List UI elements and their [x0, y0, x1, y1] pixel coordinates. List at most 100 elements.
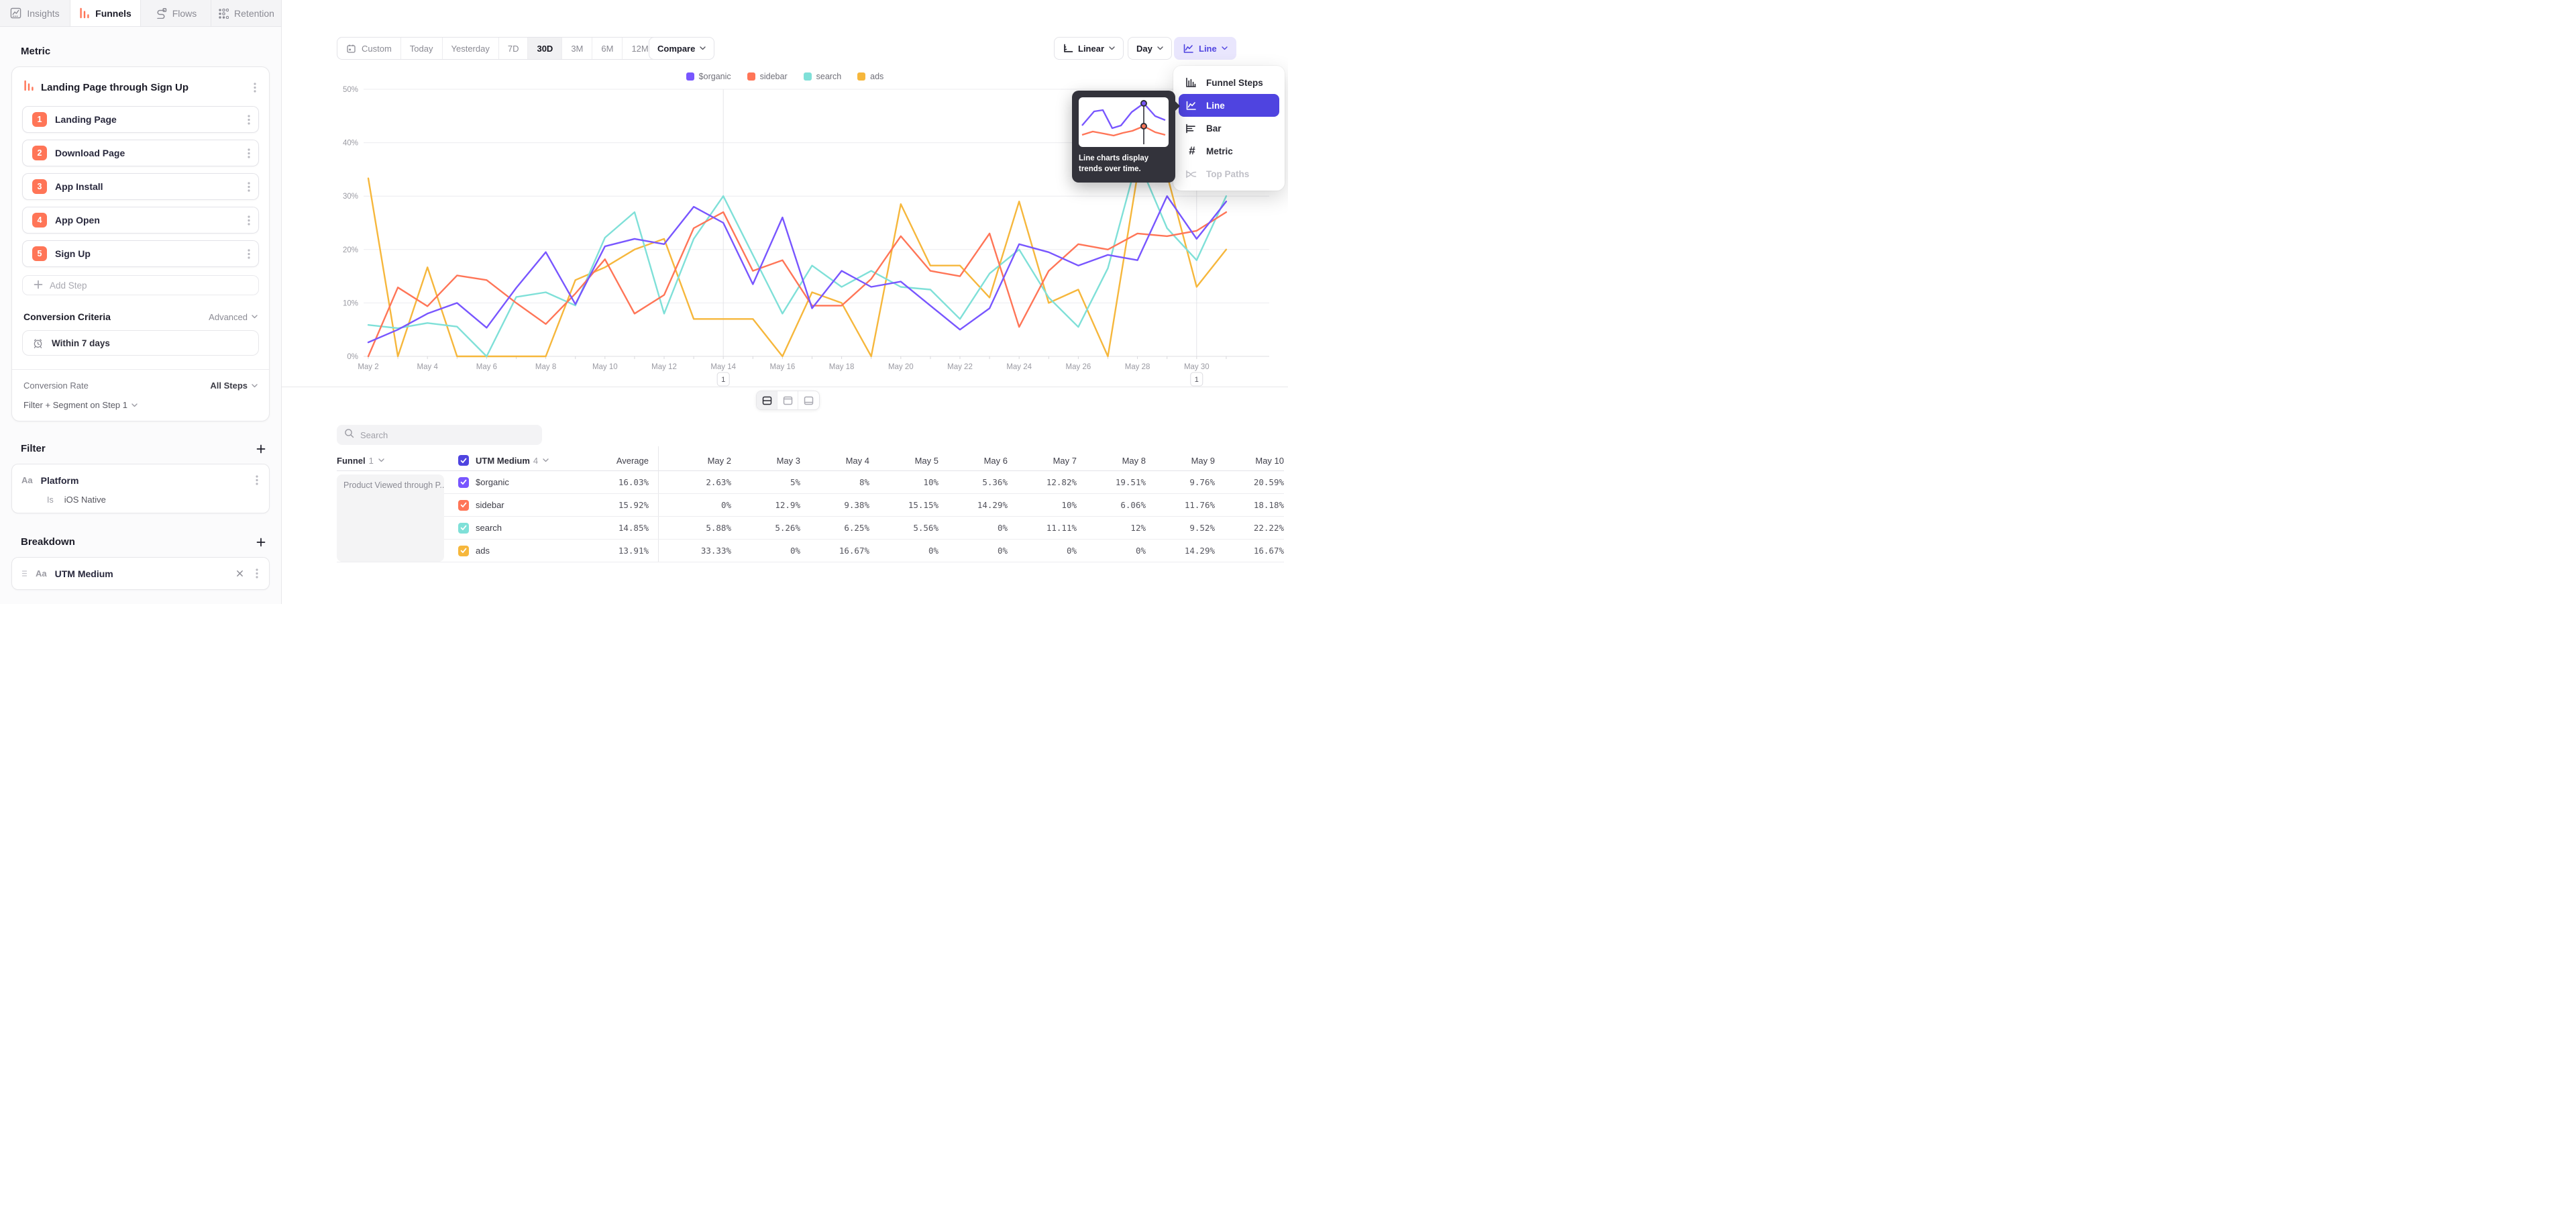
menu-item-label: Bar	[1206, 123, 1222, 134]
table-row-group[interactable]: Product Viewed through P...	[337, 474, 444, 562]
legend-item-organic[interactable]: $organic	[686, 72, 731, 81]
table-row-sidebar[interactable]: sidebar15.92%0%12.9%9.38%15.15%14.29%10%…	[337, 494, 1284, 517]
x-axis-label: May 18	[829, 363, 855, 371]
select-all-checkbox[interactable]	[458, 455, 469, 466]
all-steps-dropdown[interactable]: All Steps	[210, 381, 258, 391]
funnel-step-2[interactable]: 2Download Page	[22, 140, 259, 166]
table-header: Funnel1UTM Medium4AverageMay 2May 3May 4…	[337, 450, 1284, 471]
funnel-step-4[interactable]: 4App Open	[22, 207, 259, 234]
chevron-down-icon	[252, 315, 258, 319]
funnel-header[interactable]: Landing Page through Sign Up	[23, 75, 259, 99]
tab-flows[interactable]: Flows	[141, 0, 211, 26]
metric-heading: Metric	[21, 46, 266, 57]
date-range-yesterday[interactable]: Yesterday	[443, 38, 499, 59]
value-cell: 11.11%	[1008, 523, 1077, 533]
granularity-dropdown[interactable]: Day	[1128, 37, 1172, 60]
date-range-3m[interactable]: 3M	[562, 38, 592, 59]
breakdown-card-utm[interactable]: Aa UTM Medium	[11, 557, 270, 590]
chart-type-dropdown[interactable]: Line	[1174, 37, 1236, 60]
value-cell: 0%	[938, 523, 1008, 533]
step-kebab-icon[interactable]	[245, 213, 253, 228]
date-range-today[interactable]: Today	[401, 38, 443, 59]
legend-swatch	[747, 72, 755, 81]
step-kebab-icon[interactable]	[245, 146, 253, 161]
tab-retention[interactable]: Retention	[211, 0, 281, 26]
step-label: Sign Up	[55, 248, 237, 259]
legend-label: $organic	[699, 72, 731, 81]
date-range-7d[interactable]: 7D	[499, 38, 529, 59]
menu-item-label: Metric	[1206, 146, 1233, 156]
row-checkbox[interactable]	[458, 500, 469, 511]
row-label: search	[476, 523, 502, 533]
layout-table-toggle[interactable]	[798, 391, 819, 409]
series-line-organic[interactable]	[368, 196, 1226, 342]
date-range-custom[interactable]: Custom	[337, 38, 401, 59]
menu-item-bar[interactable]: Bar	[1179, 117, 1279, 140]
date-range-30d[interactable]: 30D	[528, 38, 562, 59]
toppaths-icon	[1185, 169, 1199, 179]
y-axis-label: 30%	[343, 193, 358, 201]
x-axis-label: May 30	[1184, 363, 1210, 371]
funnel-step-3[interactable]: 3App Install	[22, 173, 259, 200]
step-kebab-icon[interactable]	[245, 246, 253, 262]
row-checkbox[interactable]	[458, 523, 469, 534]
tab-insights[interactable]: Insights	[0, 0, 70, 26]
conversion-window-button[interactable]: Within 7 days	[22, 330, 259, 356]
flows-icon	[155, 7, 167, 19]
filter-property: Platform	[41, 475, 245, 486]
value-cell: 6.06%	[1077, 500, 1146, 510]
menu-item-line[interactable]: Line	[1179, 94, 1279, 117]
search-input[interactable]	[360, 430, 535, 440]
report-tabbar: InsightsFunnelsFlows Retention	[0, 0, 281, 27]
step-number-badge: 5	[32, 246, 47, 261]
filter-kebab-icon[interactable]	[253, 472, 261, 488]
chevron-down-icon	[1157, 46, 1163, 50]
add-breakdown-button[interactable]	[256, 538, 266, 547]
conversion-rate-label: Conversion Rate	[23, 381, 89, 391]
row-checkbox[interactable]	[458, 477, 469, 488]
date-range-label: Custom	[362, 44, 392, 54]
drag-handle-icon[interactable]	[21, 570, 28, 577]
funnel-kebab-icon[interactable]	[251, 80, 259, 95]
menu-item-metric[interactable]: #Metric	[1179, 140, 1279, 162]
property-type-icon: Aa	[36, 568, 47, 578]
layout-split-toggle[interactable]	[757, 391, 777, 409]
date-range-control: CustomTodayYesterday7D30D3M6M12M	[337, 37, 658, 60]
legend-item-sidebar[interactable]: sidebar	[747, 72, 788, 81]
row-checkbox[interactable]	[458, 546, 469, 556]
date-range-6m[interactable]: 6M	[592, 38, 623, 59]
legend-item-search[interactable]: search	[804, 72, 842, 81]
value-cell: 20.59%	[1215, 477, 1284, 487]
tab-label: Retention	[234, 8, 274, 19]
filter-value[interactable]: iOS Native	[64, 495, 106, 505]
menu-item-funnel-steps[interactable]: Funnel Steps	[1179, 71, 1279, 94]
tab-funnels[interactable]: Funnels	[70, 0, 141, 26]
value-cell: 5.36%	[938, 477, 1008, 487]
breakdown-column-dropdown[interactable]: UTM Medium4	[458, 455, 577, 466]
layout-chart-toggle[interactable]	[777, 391, 798, 409]
scale-dropdown[interactable]: Linear	[1054, 37, 1124, 60]
advanced-dropdown[interactable]: Advanced	[209, 312, 258, 322]
funnel-step-1[interactable]: 1Landing Page	[22, 106, 259, 133]
series-line-search[interactable]	[368, 159, 1226, 357]
add-filter-button[interactable]	[256, 444, 266, 454]
add-step-button[interactable]: Add Step	[22, 275, 259, 295]
legend-item-ads[interactable]: ads	[857, 72, 883, 81]
funnel-step-5[interactable]: 5 Sign Up	[22, 240, 259, 267]
chevron-down-icon	[700, 46, 706, 50]
table-row-ads[interactable]: ads13.91%33.33%0%16.67%0%0%0%0%14.29%16.…	[337, 540, 1284, 562]
series-line-ads[interactable]	[368, 174, 1226, 356]
close-icon[interactable]	[235, 568, 245, 578]
breakdown-kebab-icon[interactable]	[253, 566, 261, 581]
table-row-search[interactable]: search14.85%5.88%5.26%6.25%5.56%0%11.11%…	[337, 517, 1284, 540]
compare-button[interactable]: Compare	[649, 37, 714, 60]
funnel-column-dropdown[interactable]: Funnel1	[337, 456, 458, 466]
step-kebab-icon[interactable]	[245, 179, 253, 195]
filter-card-platform[interactable]: Aa Platform Is iOS Native	[11, 464, 270, 513]
step-kebab-icon[interactable]	[245, 112, 253, 128]
filter-segment-dropdown[interactable]: Filter + Segment on Step 1	[23, 400, 258, 410]
table-row-organic[interactable]: $organic16.03%2.63%5%8%10%5.36%12.82%19.…	[337, 471, 1284, 494]
x-axis-label: May 14	[710, 363, 736, 371]
metric-card: Landing Page through Sign Up 1Landing Pa…	[11, 66, 270, 421]
step-label: Download Page	[55, 148, 237, 158]
